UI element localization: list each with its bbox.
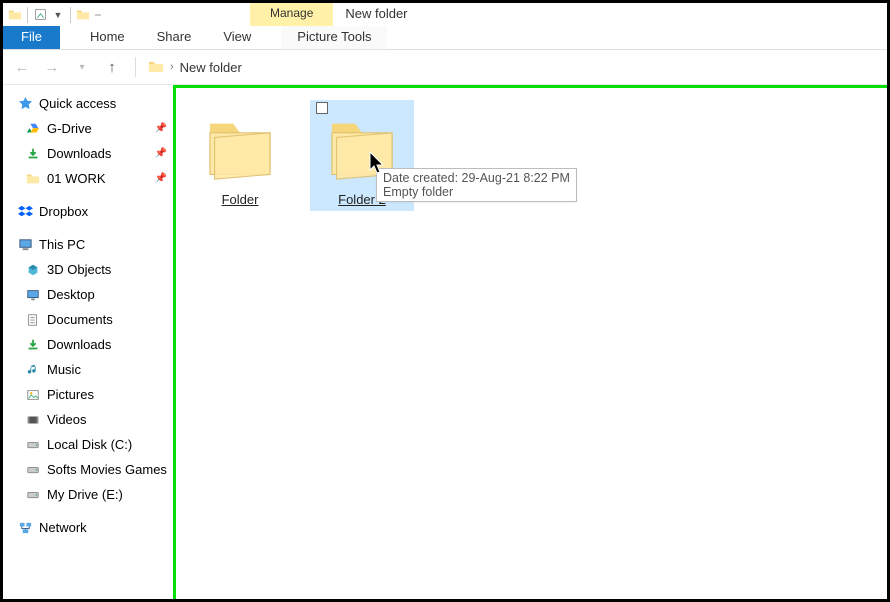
- folder-small-icon: [75, 7, 91, 23]
- dropbox-icon: [17, 204, 33, 220]
- star-icon: [17, 96, 33, 112]
- tab-file[interactable]: File: [3, 26, 60, 49]
- sidebar-item-local-disk-c[interactable]: Local Disk (C:): [3, 432, 173, 457]
- qat-chevron-down-icon[interactable]: ▼: [50, 7, 66, 23]
- sidebar-item-documents[interactable]: Documents: [3, 307, 173, 332]
- qat-separator: [70, 7, 71, 23]
- sidebar-this-pc[interactable]: This PC: [3, 232, 173, 257]
- window-title: New folder: [333, 3, 419, 26]
- properties-icon[interactable]: [32, 7, 48, 23]
- sidebar-item-downloads[interactable]: Downloads 📌: [3, 141, 173, 166]
- downloads-icon: [25, 337, 41, 353]
- sidebar-network[interactable]: Network: [3, 515, 173, 540]
- pin-icon: 📌: [155, 148, 167, 159]
- downloads-icon: [25, 146, 41, 162]
- pin-icon: 📌: [155, 123, 167, 134]
- 3d-objects-icon: [25, 262, 41, 278]
- sidebar-item-gdrive[interactable]: G-Drive 📌: [3, 116, 173, 141]
- sidebar-item-downloads[interactable]: Downloads: [3, 332, 173, 357]
- gdrive-icon: [25, 121, 41, 137]
- qat-separator: [27, 7, 28, 23]
- tab-share[interactable]: Share: [141, 26, 208, 49]
- pictures-icon: [25, 387, 41, 403]
- tab-home[interactable]: Home: [74, 26, 141, 49]
- pin-icon: 📌: [155, 173, 167, 184]
- address-bar: ← → ▾ ↑ › New folder: [3, 50, 887, 85]
- music-icon: [25, 362, 41, 378]
- nav-recent-chevron-down-icon[interactable]: ▾: [71, 56, 93, 78]
- selection-checkbox[interactable]: [316, 102, 328, 114]
- this-pc-icon: [17, 237, 33, 253]
- tab-picture-tools[interactable]: Picture Tools: [281, 26, 387, 49]
- content-pane[interactable]: Folder Folder 2 Date created: 29-Aug-21 …: [173, 85, 887, 599]
- mouse-cursor-icon: [368, 150, 388, 176]
- sidebar-item-videos[interactable]: Videos: [3, 407, 173, 432]
- tooltip-line: Empty folder: [383, 185, 570, 199]
- desktop-icon: [25, 287, 41, 303]
- sidebar-item-my-drive-e[interactable]: My Drive (E:): [3, 482, 173, 507]
- tooltip-line: Date created: 29-Aug-21 8:22 PM: [383, 171, 570, 185]
- sidebar-item-desktop[interactable]: Desktop: [3, 282, 173, 307]
- tooltip: Date created: 29-Aug-21 8:22 PM Empty fo…: [376, 168, 577, 202]
- videos-icon: [25, 412, 41, 428]
- tab-view[interactable]: View: [207, 26, 267, 49]
- documents-icon: [25, 312, 41, 328]
- sidebar-item-3d-objects[interactable]: 3D Objects: [3, 257, 173, 282]
- breadcrumb-current[interactable]: New folder: [180, 60, 242, 75]
- disk-icon: [25, 462, 41, 478]
- network-icon: [17, 520, 33, 536]
- nav-up-button[interactable]: ↑: [101, 56, 123, 78]
- folder-icon: [148, 59, 164, 75]
- title-bar: ▼ Manage New folder: [3, 3, 887, 26]
- sidebar-quick-access[interactable]: Quick access: [3, 91, 173, 116]
- separator: [135, 57, 136, 77]
- contextual-tab-group: Manage: [250, 3, 333, 26]
- breadcrumb[interactable]: › New folder: [148, 59, 242, 75]
- folder-small-icon: [7, 7, 23, 23]
- navigation-pane: Quick access G-Drive 📌 Downloads 📌 01 WO…: [3, 85, 173, 599]
- nav-back-button[interactable]: ←: [11, 56, 33, 78]
- sidebar-item-01work[interactable]: 01 WORK 📌: [3, 166, 173, 191]
- qat-overflow-icon[interactable]: [95, 14, 101, 16]
- sidebar-item-pictures[interactable]: Pictures: [3, 382, 173, 407]
- sidebar-item-softs-movies[interactable]: Softs Movies Games: [3, 457, 173, 482]
- disk-icon: [25, 487, 41, 503]
- ribbon-tabs: File Home Share View Picture Tools: [3, 26, 887, 50]
- folder-icon: [25, 171, 41, 187]
- folder-icon: [203, 110, 277, 188]
- items-view: Folder Folder 2: [176, 88, 887, 223]
- folder-item[interactable]: Folder: [188, 100, 292, 211]
- quick-access-toolbar: ▼: [3, 3, 105, 26]
- chevron-right-icon: ›: [170, 61, 174, 73]
- disk-icon: [25, 437, 41, 453]
- file-name: Folder: [192, 192, 288, 207]
- sidebar-dropbox[interactable]: Dropbox: [3, 199, 173, 224]
- main-area: Quick access G-Drive 📌 Downloads 📌 01 WO…: [3, 85, 887, 599]
- sidebar-item-music[interactable]: Music: [3, 357, 173, 382]
- nav-forward-button[interactable]: →: [41, 56, 63, 78]
